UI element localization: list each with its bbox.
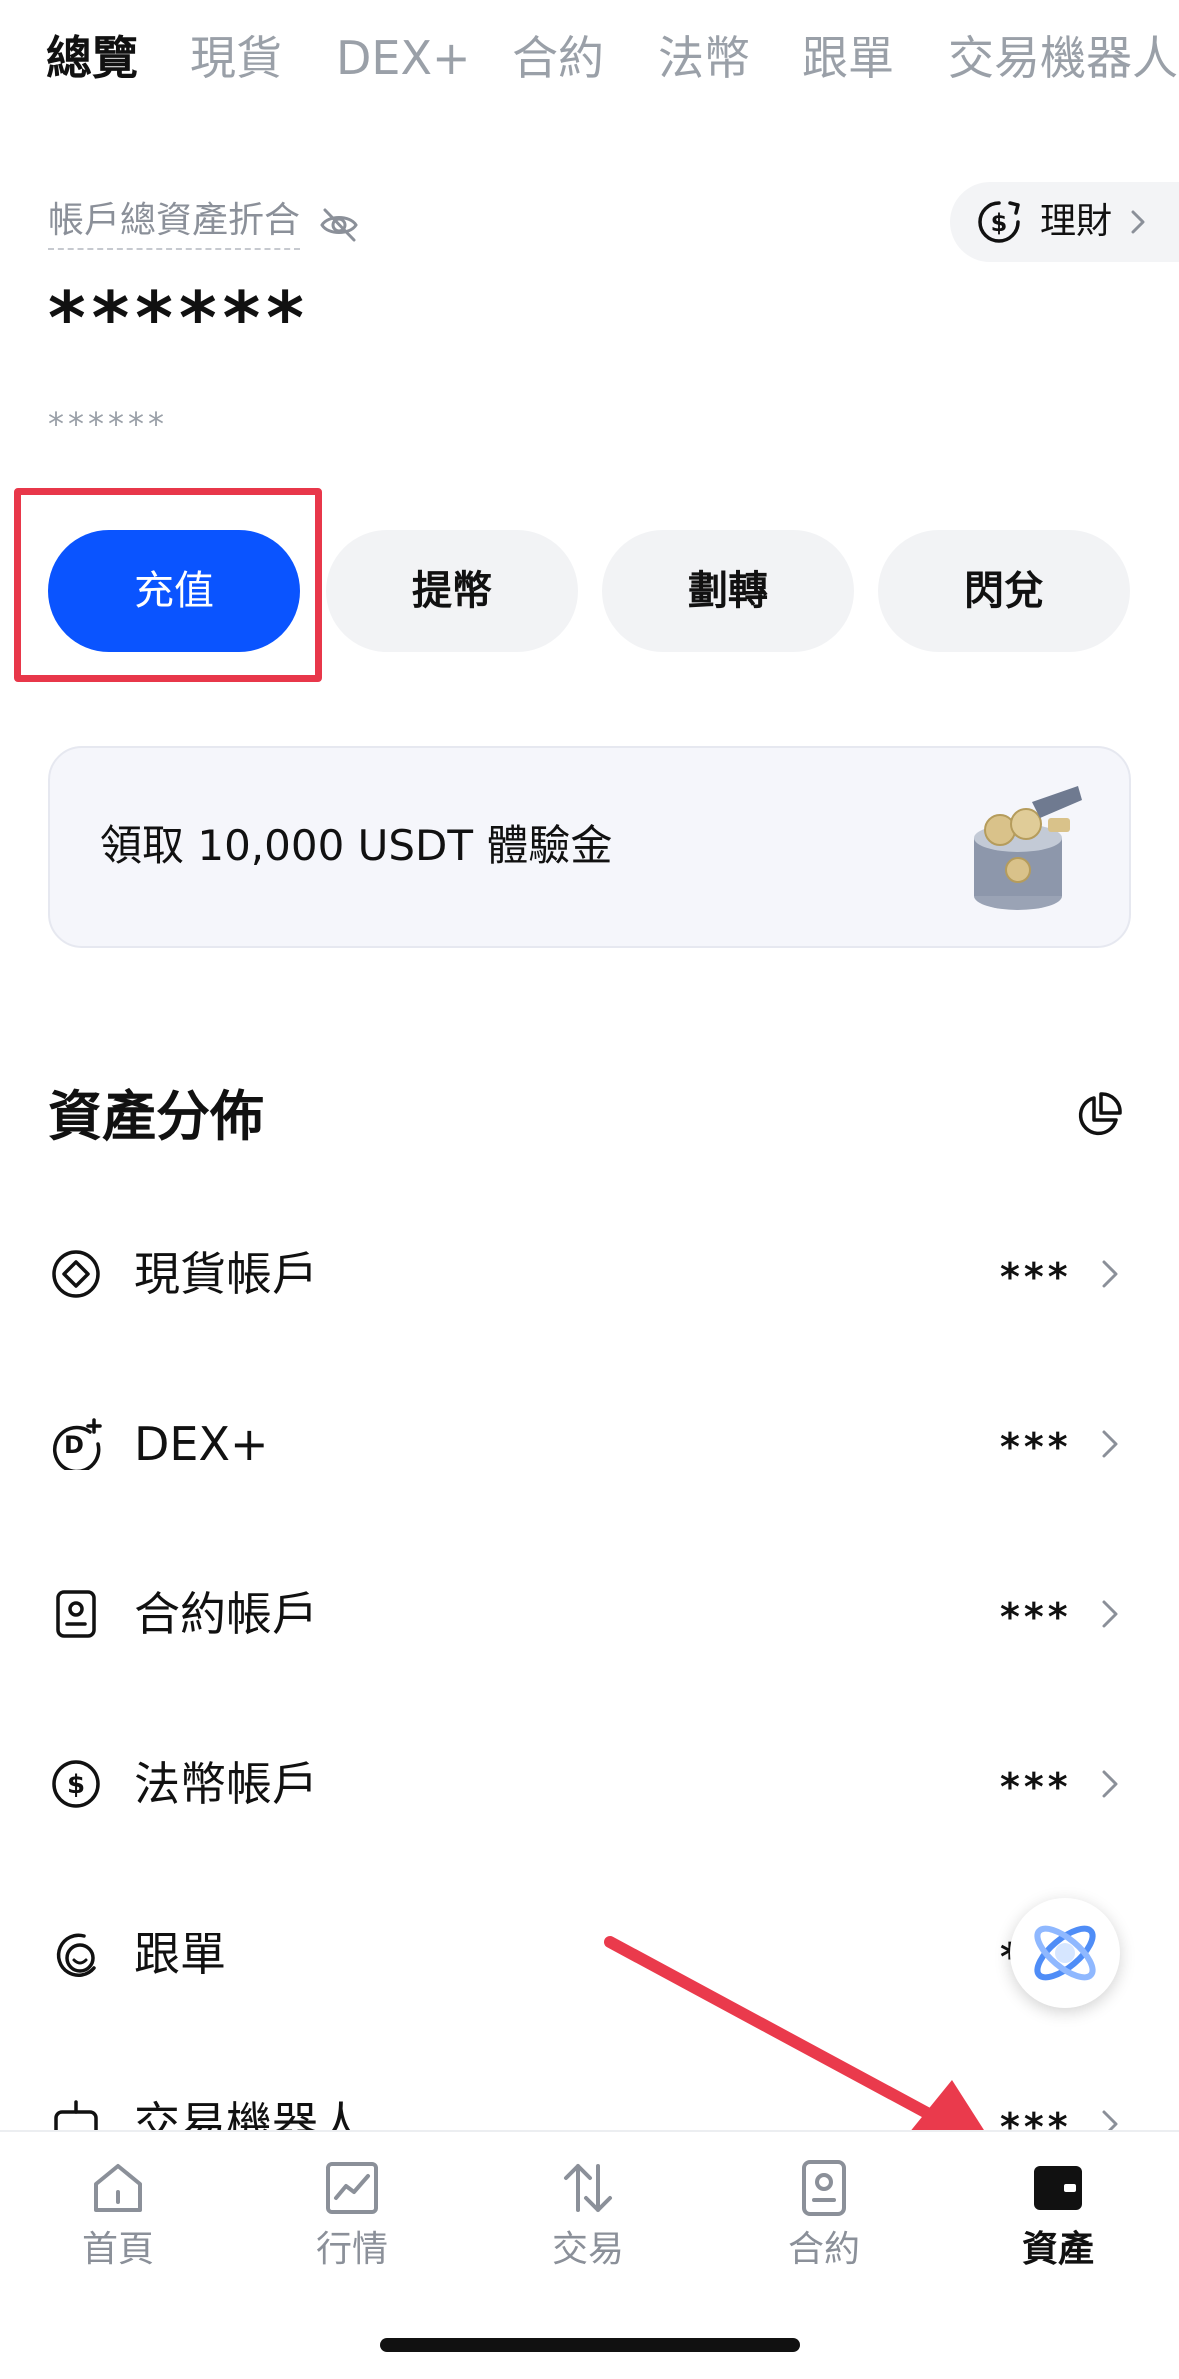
account-value: *** — [1000, 1255, 1072, 1299]
nav-label: 行情 — [315, 2229, 388, 2270]
assistant-floating-button[interactable] — [1010, 1898, 1120, 2008]
tab-trading-bot[interactable]: 交易機器人 — [948, 28, 1178, 88]
nav-futures[interactable]: 合約 — [744, 2158, 904, 2298]
pie-chart-icon[interactable] — [1072, 1090, 1124, 1142]
coin-jar-illustration — [974, 786, 1082, 910]
account-row-spot[interactable]: 現貨帳戶 *** — [0, 1218, 1179, 1328]
convert-button[interactable]: 閃兌 — [878, 530, 1130, 652]
tab-futures[interactable]: 合約 — [512, 28, 604, 88]
tab-overview[interactable]: 總覽 — [46, 28, 138, 88]
nav-home[interactable]: 首頁 — [38, 2158, 198, 2298]
deposit-highlight-box — [14, 488, 322, 682]
futures-icon — [802, 2160, 846, 2216]
withdraw-button[interactable]: 提幣 — [326, 530, 578, 652]
svg-text:$: $ — [67, 1770, 85, 1800]
chevron-right-icon — [1102, 1770, 1118, 1798]
total-assets-label[interactable]: 帳戶總資產折合 — [48, 198, 301, 250]
chevron-right-icon — [1131, 210, 1145, 234]
svg-text:$: $ — [991, 209, 1008, 237]
copy-trade-icon — [56, 1933, 96, 1977]
chevron-right-icon — [1102, 1430, 1118, 1458]
asset-distribution-title: 資產分佈 — [48, 1085, 264, 1148]
tab-fiat[interactable]: 法幣 — [658, 28, 750, 88]
nav-label: 合約 — [787, 2229, 860, 2270]
top-tab-bar: 總覽 現貨 DEX+ 合約 法幣 跟單 交易機器人 — [0, 18, 1179, 98]
account-label: DEX+ — [134, 1417, 269, 1471]
home-icon — [94, 2164, 142, 2212]
tab-spot[interactable]: 現貨 — [190, 28, 282, 88]
account-row-futures[interactable]: 合約帳戶 *** — [0, 1558, 1179, 1668]
earn-label: 理財 — [1040, 201, 1113, 242]
earn-button[interactable]: $ 理財 — [950, 182, 1179, 262]
account-label: 跟單 — [134, 1927, 226, 1981]
dollar-circle-icon: $ — [52, 1760, 100, 1808]
tab-copy-trading[interactable]: 跟單 — [802, 28, 894, 88]
trade-arrows-icon — [564, 2164, 612, 2212]
nav-label: 資產 — [1021, 2229, 1094, 2270]
account-value: *** — [1000, 1425, 1072, 1469]
total-assets-sub-value: ****** — [48, 405, 168, 443]
trial-fund-text: 領取 10,000 USDT 體驗金 — [100, 821, 613, 870]
account-row-dex-plus[interactable]: D DEX+ *** — [0, 1388, 1179, 1498]
tab-dex-plus[interactable]: DEX+ — [336, 28, 471, 88]
account-label: 法幣帳戶 — [134, 1757, 318, 1811]
account-value: *** — [1000, 1595, 1072, 1639]
nav-label: 交易 — [551, 2229, 624, 2270]
transfer-button[interactable]: 劃轉 — [602, 530, 854, 652]
svg-text:D: D — [64, 1431, 84, 1459]
nav-trade[interactable]: 交易 — [508, 2158, 668, 2298]
nav-market[interactable]: 行情 — [272, 2158, 432, 2298]
chevron-right-icon — [1102, 1600, 1118, 1628]
market-chart-icon — [326, 2162, 378, 2214]
nav-label: 首頁 — [81, 2229, 154, 2270]
assistant-orb-icon — [1034, 1925, 1096, 1981]
chevron-right-icon — [1102, 1260, 1118, 1288]
spot-diamond-icon — [52, 1250, 100, 1298]
account-row-fiat[interactable]: $ 法幣帳戶 *** — [0, 1728, 1179, 1838]
eye-hidden-icon[interactable] — [318, 204, 360, 246]
home-indicator — [380, 2338, 800, 2352]
futures-doc-icon — [56, 1590, 96, 1638]
dex-plus-icon: D — [52, 1418, 102, 1470]
wallet-icon — [1034, 2166, 1082, 2210]
annotation-arrow — [604, 1936, 998, 2152]
account-label: 現貨帳戶 — [134, 1247, 318, 1301]
total-assets-value: ****** — [48, 276, 310, 360]
trial-fund-banner[interactable]: 領取 10,000 USDT 體驗金 — [48, 746, 1131, 948]
dollar-cycle-icon: $ — [978, 201, 1020, 243]
account-value: *** — [1000, 1765, 1072, 1809]
account-label: 合約帳戶 — [134, 1587, 318, 1641]
nav-assets[interactable]: 資產 — [978, 2158, 1138, 2298]
